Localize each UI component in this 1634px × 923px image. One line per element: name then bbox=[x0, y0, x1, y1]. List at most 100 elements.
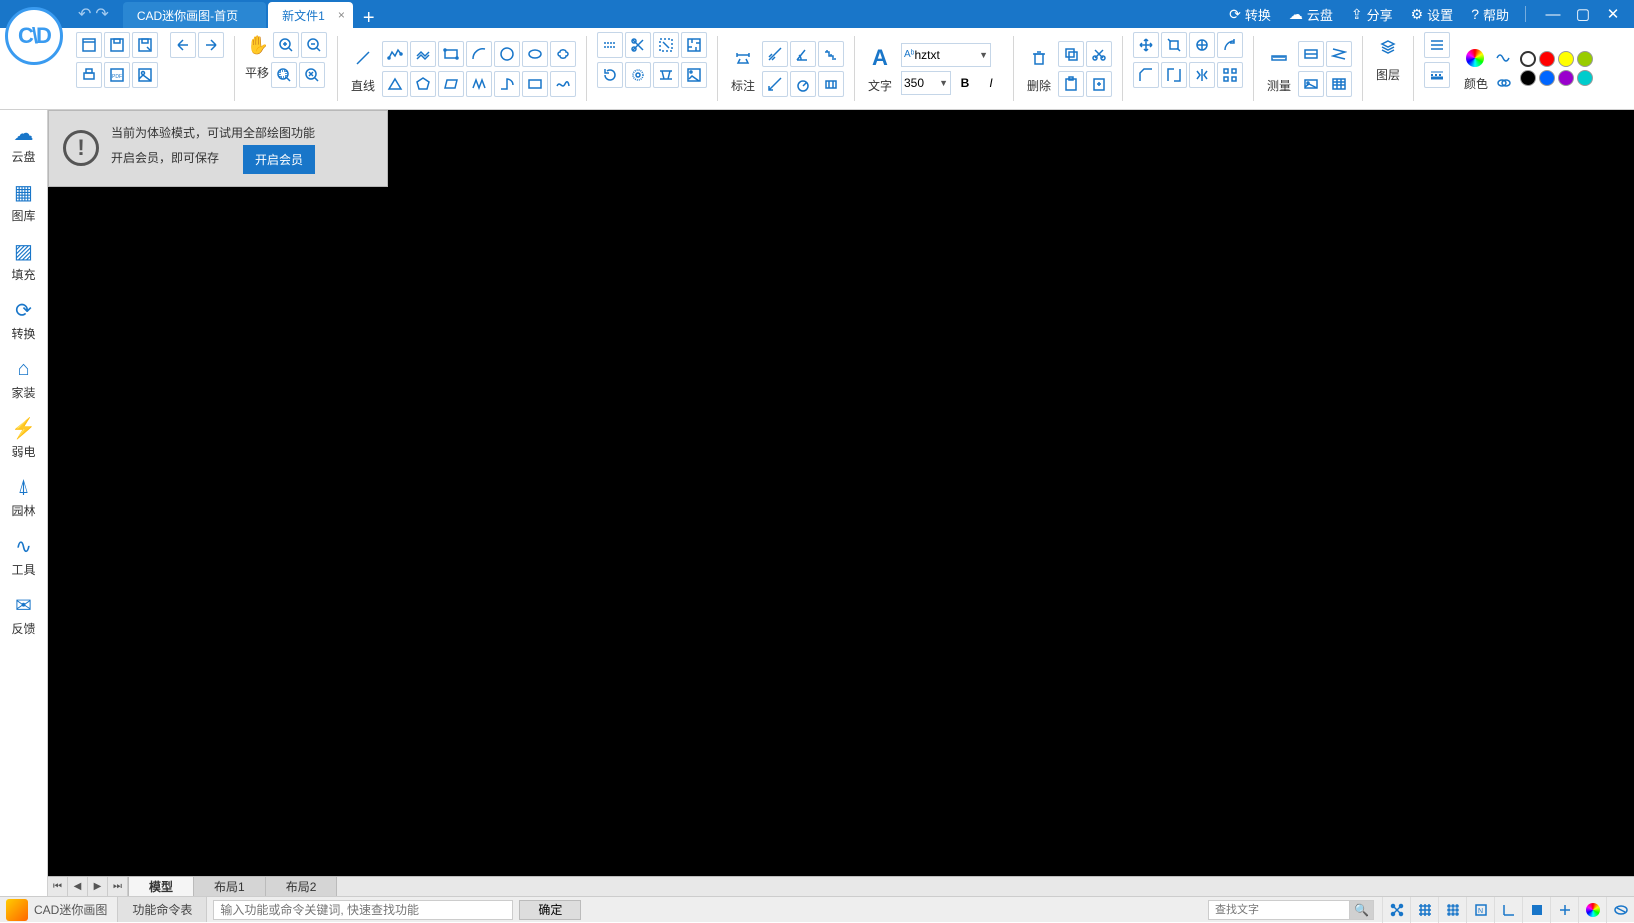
redo-icon[interactable]: ↷ bbox=[95, 4, 108, 24]
offset-button[interactable] bbox=[597, 32, 623, 58]
delete-button[interactable] bbox=[1024, 43, 1054, 73]
sidebar-item-convert[interactable]: ⟳转换 bbox=[0, 293, 47, 352]
linetype-button[interactable] bbox=[1424, 32, 1450, 58]
command-input[interactable] bbox=[213, 900, 513, 920]
color-swatch[interactable] bbox=[1577, 51, 1593, 67]
image-button[interactable] bbox=[132, 62, 158, 88]
rotate2-button[interactable] bbox=[1161, 32, 1187, 58]
bold-button[interactable]: B bbox=[953, 71, 977, 95]
rotate-button[interactable] bbox=[597, 62, 623, 88]
multiline-button[interactable] bbox=[410, 41, 436, 67]
undo-icon[interactable]: ↶ bbox=[78, 4, 91, 24]
sidebar-item-cloud[interactable]: ☁云盘 bbox=[0, 116, 47, 175]
sidebar-item-garden[interactable]: ⍋园林 bbox=[0, 470, 47, 529]
move-button[interactable] bbox=[1133, 32, 1159, 58]
text-tool-button[interactable]: A bbox=[865, 43, 895, 73]
align-button[interactable] bbox=[1217, 32, 1243, 58]
open-vip-button[interactable]: 开启会员 bbox=[243, 145, 315, 174]
tab-home[interactable]: CAD迷你画图-首页 bbox=[123, 2, 266, 28]
help-button[interactable]: ?帮助 bbox=[1463, 0, 1517, 28]
table2-button[interactable] bbox=[1326, 71, 1352, 97]
stretch-button[interactable] bbox=[653, 62, 679, 88]
close-button[interactable]: ✕ bbox=[1598, 0, 1628, 28]
arc-button[interactable] bbox=[466, 41, 492, 67]
minimize-button[interactable]: — bbox=[1538, 0, 1568, 28]
color-swatch[interactable] bbox=[1520, 70, 1536, 86]
zoom-extents-button[interactable] bbox=[299, 62, 325, 88]
rect2-button[interactable] bbox=[522, 71, 548, 97]
maximize-button[interactable]: ▢ bbox=[1568, 0, 1598, 28]
color-status-button[interactable] bbox=[1578, 897, 1606, 923]
layout-last-button[interactable]: ⏭ bbox=[108, 877, 128, 896]
lineweight-button[interactable] bbox=[1424, 62, 1450, 88]
door-button[interactable] bbox=[494, 71, 520, 97]
dimension-button[interactable] bbox=[728, 43, 758, 73]
sidebar-item-gallery[interactable]: ▦图库 bbox=[0, 175, 47, 234]
chamfer-button[interactable] bbox=[1133, 62, 1159, 88]
layer-button[interactable] bbox=[1373, 32, 1403, 62]
print-button[interactable] bbox=[76, 62, 102, 88]
app-logo[interactable]: C\D bbox=[5, 7, 63, 65]
color-wheel-button[interactable] bbox=[1462, 45, 1488, 71]
parallelogram-button[interactable] bbox=[438, 71, 464, 97]
color-swatch[interactable] bbox=[1558, 51, 1574, 67]
zoom-out-button[interactable] bbox=[301, 32, 327, 58]
ordinate-dim-button[interactable] bbox=[818, 71, 844, 97]
sidebar-item-hatch[interactable]: ▨填充 bbox=[0, 234, 47, 293]
share-button[interactable]: ⇪分享 bbox=[1343, 0, 1401, 28]
polar-button[interactable] bbox=[1494, 897, 1522, 923]
array2-button[interactable] bbox=[1217, 62, 1243, 88]
area-button[interactable] bbox=[1326, 41, 1352, 67]
zigzag-button[interactable] bbox=[466, 71, 492, 97]
new-file-button[interactable] bbox=[76, 32, 102, 58]
rectangle-button[interactable] bbox=[438, 41, 464, 67]
function-list-button[interactable]: 功能命令表 bbox=[117, 897, 207, 922]
add-tab-button[interactable]: + bbox=[363, 8, 375, 28]
distance-button[interactable] bbox=[1298, 41, 1324, 67]
italic-button[interactable]: I bbox=[979, 71, 1003, 95]
break-button[interactable] bbox=[1161, 62, 1187, 88]
zoom-in-button[interactable] bbox=[273, 32, 299, 58]
arc-dim-button[interactable] bbox=[790, 71, 816, 97]
mirror2-button[interactable] bbox=[1189, 62, 1215, 88]
paste-block-button[interactable] bbox=[1086, 71, 1112, 97]
paste-button[interactable] bbox=[1058, 71, 1084, 97]
grid-button[interactable] bbox=[1410, 897, 1438, 923]
layout-tab-1[interactable]: 布局1 bbox=[194, 877, 266, 896]
export-button[interactable] bbox=[170, 32, 196, 58]
color-swatch[interactable] bbox=[1520, 51, 1536, 67]
drawing-canvas[interactable]: ! 当前为体验模式，可试用全部绘图功能 开启会员，即可保存 开启会员 bbox=[48, 110, 1634, 876]
measure-button[interactable] bbox=[1264, 43, 1294, 73]
layout-first-button[interactable]: ⏮ bbox=[48, 877, 68, 896]
tab-newfile[interactable]: 新文件1 × bbox=[268, 2, 353, 28]
radius-dim-button[interactable] bbox=[818, 41, 844, 67]
layout-tab-0[interactable]: 模型 bbox=[129, 877, 194, 896]
spline-button[interactable] bbox=[550, 71, 576, 97]
osnap-button[interactable] bbox=[1522, 897, 1550, 923]
layout-tab-2[interactable]: 布局2 bbox=[266, 877, 338, 896]
link-color-button[interactable] bbox=[1494, 73, 1514, 93]
save-button[interactable] bbox=[104, 32, 130, 58]
find-text-input[interactable] bbox=[1209, 901, 1349, 919]
search-button[interactable]: 🔍 bbox=[1349, 901, 1373, 919]
layout-prev-button[interactable]: ◀ bbox=[68, 877, 88, 896]
saveas-button[interactable] bbox=[132, 32, 158, 58]
mirror-button[interactable] bbox=[1189, 32, 1215, 58]
triangle-button[interactable] bbox=[382, 71, 408, 97]
fillet-button[interactable] bbox=[681, 32, 707, 58]
pan-hand-button[interactable]: ✋ bbox=[245, 32, 271, 58]
trim-button[interactable] bbox=[625, 32, 651, 58]
sidebar-item-tools[interactable]: ∿工具 bbox=[0, 529, 47, 588]
array-button[interactable] bbox=[681, 62, 707, 88]
eraser-button[interactable] bbox=[1606, 897, 1634, 923]
circle-button[interactable] bbox=[494, 41, 520, 67]
line-tool-button[interactable] bbox=[348, 43, 378, 73]
import-button[interactable] bbox=[198, 32, 224, 58]
table-button[interactable] bbox=[1298, 71, 1324, 97]
polyline-button[interactable] bbox=[382, 41, 408, 67]
color-swatch[interactable] bbox=[1577, 70, 1593, 86]
font-select[interactable]: Aᵇ ▼ bbox=[901, 43, 991, 67]
convert-button[interactable]: ⟳转换 bbox=[1221, 0, 1279, 28]
cloud-button[interactable]: ☁云盘 bbox=[1281, 0, 1341, 28]
color-swatch[interactable] bbox=[1539, 51, 1555, 67]
